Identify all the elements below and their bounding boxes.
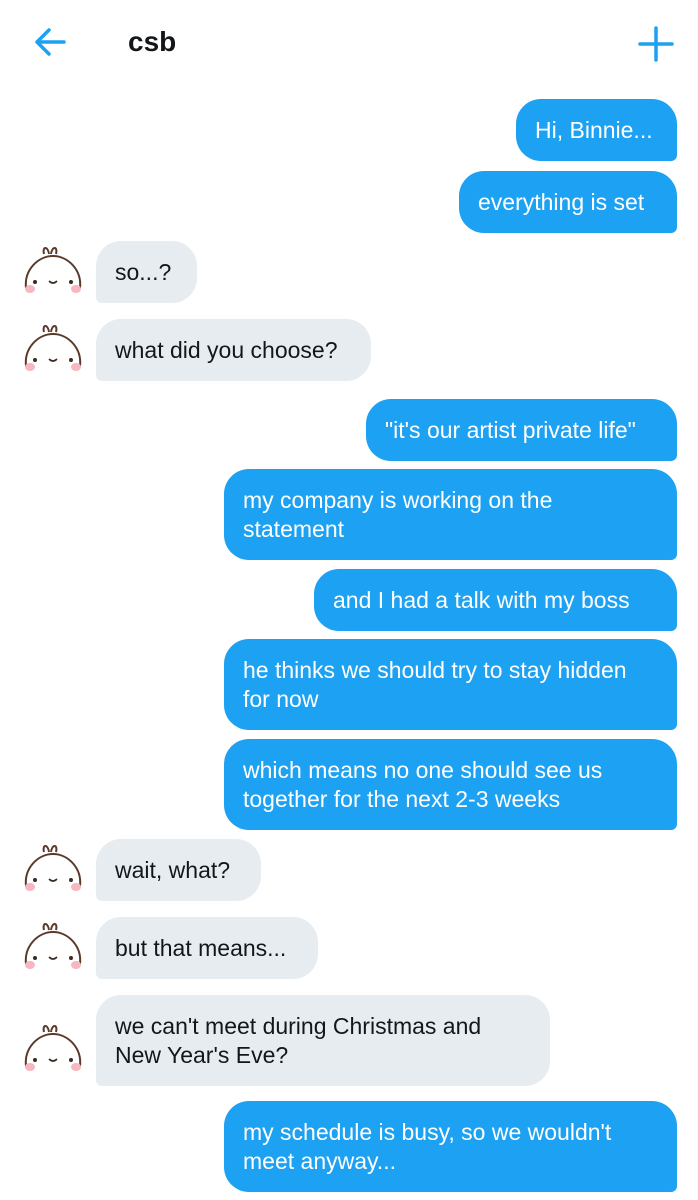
message-bubble-sent[interactable]: Hi, Binnie... [516,99,677,161]
message-bubble-sent[interactable]: which means no one should see us togethe… [224,739,677,830]
message-line: statement [243,515,344,542]
message-bubble-sent[interactable]: and I had a talk with my boss [314,569,677,631]
message-line: he thinks we should try to stay hidden [243,656,627,683]
message-line: my company is working on the [243,486,553,513]
conversation-title: csb [128,26,177,57]
avatar[interactable] [18,1022,88,1074]
avatar[interactable] [18,244,88,296]
arrow-left-icon[interactable] [30,22,70,62]
message-bubble-sent[interactable]: "it's our artist private life" [366,399,677,461]
message-bubble-received[interactable]: wait, what? [96,839,261,901]
message-line: which means no one should see us [243,756,603,783]
message-bubble-sent[interactable]: everything is set [459,171,677,233]
message-line: together for the next 2-3 weeks [243,785,561,812]
avatar[interactable] [18,322,88,374]
message-line: we can't meet during Christmas and [115,1012,482,1039]
avatar[interactable] [18,842,88,894]
message-line: my schedule is busy, so we wouldn't [243,1118,612,1145]
message-line: for now [243,685,319,712]
avatar[interactable] [18,920,88,972]
message-bubble-received[interactable]: what did you choose? [96,319,371,381]
message-bubble-received[interactable]: so...? [96,241,197,303]
message-bubble-sent[interactable]: he thinks we should try to stay hidden f… [224,639,677,730]
message-bubble-received[interactable]: we can't meet during Christmas and New Y… [96,995,550,1086]
plus-icon[interactable] [634,22,678,66]
message-bubble-sent[interactable]: my company is working on the statement [224,469,677,560]
message-bubble-sent[interactable]: my schedule is busy, so we wouldn't meet… [224,1101,677,1192]
conversation-header: csb [0,0,698,86]
message-line: meet anyway... [243,1147,396,1174]
message-line: New Year's Eve? [115,1041,289,1068]
message-bubble-received[interactable]: but that means... [96,917,318,979]
